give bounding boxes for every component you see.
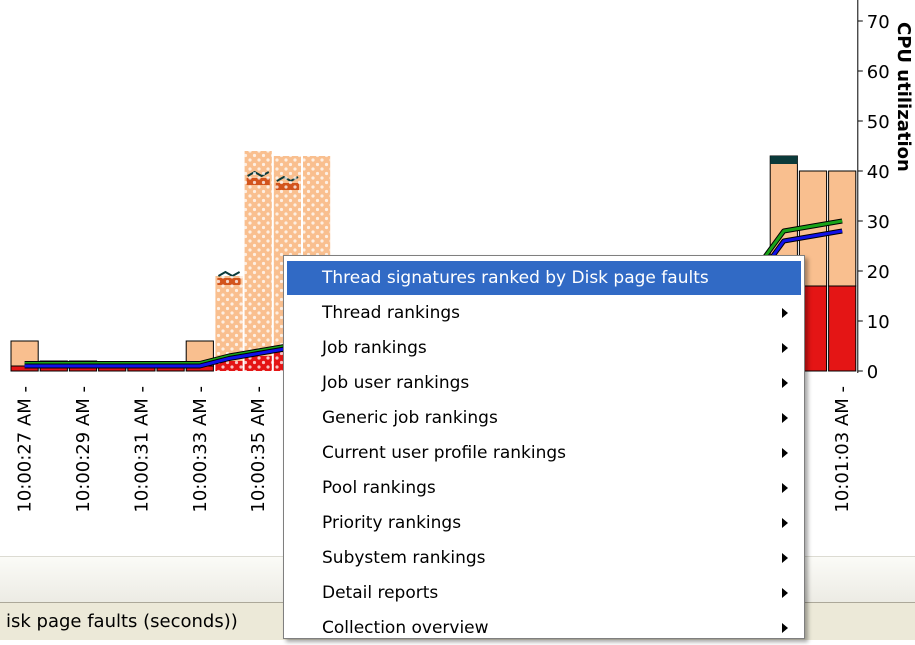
bar-hatch bbox=[244, 151, 272, 371]
menu-item-label: Subystem rankings bbox=[322, 548, 486, 568]
x-tick-label: 10:00:29 AM - bbox=[73, 386, 94, 513]
y-axis: 0 10 20 30 40 50 60 70 bbox=[857, 0, 890, 383]
menu-item-label: Thread signatures ranked by Disk page fa… bbox=[322, 268, 709, 288]
submenu-arrow-icon bbox=[782, 413, 788, 423]
bar-segment-top bbox=[770, 156, 798, 164]
y-tick-label: 0 bbox=[867, 362, 878, 383]
submenu-arrow-icon bbox=[782, 623, 788, 633]
submenu-arrow-icon bbox=[782, 448, 788, 458]
menu-item-label: Detail reports bbox=[322, 583, 439, 603]
menu-item-collection-overview[interactable]: Collection overview bbox=[287, 611, 801, 645]
submenu-arrow-icon bbox=[782, 518, 788, 528]
submenu-arrow-icon bbox=[782, 588, 788, 598]
x-tick-label: 10:01:03 AM - bbox=[832, 386, 853, 513]
y-tick-label: 30 bbox=[867, 212, 890, 233]
menu-item-subsystem-rankings[interactable]: Subystem rankings bbox=[287, 541, 801, 575]
x-tick-label: 10:00:33 AM - bbox=[190, 386, 211, 513]
menu-item-label: Generic job rankings bbox=[322, 408, 498, 428]
menu-item-job-user-rankings[interactable]: Job user rankings bbox=[287, 366, 801, 400]
chart-bar bbox=[828, 170, 857, 372]
menu-item-detail-reports[interactable]: Detail reports bbox=[287, 576, 801, 610]
submenu-arrow-icon bbox=[782, 553, 788, 563]
submenu-arrow-icon bbox=[782, 483, 788, 493]
menu-item-label: Job user rankings bbox=[322, 373, 470, 393]
x-tick-label: 10:00:35 AM - bbox=[248, 386, 269, 513]
menu-item-priority-rankings[interactable]: Priority rankings bbox=[287, 506, 801, 540]
menu-item-current-user-profile-rankings[interactable]: Current user profile rankings bbox=[287, 436, 801, 470]
menu-item-pool-rankings[interactable]: Pool rankings bbox=[287, 471, 801, 505]
y-tick-label: 50 bbox=[867, 112, 890, 133]
y-tick-label: 20 bbox=[867, 262, 890, 283]
x-tick-label: 10:00:31 AM - bbox=[131, 386, 152, 513]
menu-item-label: Thread rankings bbox=[322, 303, 461, 323]
bar-segment-upper bbox=[828, 170, 857, 287]
menu-item-label: Priority rankings bbox=[322, 513, 462, 533]
y-axis-title: CPU utilization bbox=[893, 22, 914, 172]
menu-item-label: Job rankings bbox=[322, 338, 427, 358]
bar-segment-lower bbox=[828, 285, 857, 372]
menu-item-label: Collection overview bbox=[322, 618, 489, 638]
menu-item-generic-job-rankings[interactable]: Generic job rankings bbox=[287, 401, 801, 435]
y-tick-label: 60 bbox=[867, 62, 890, 83]
x-tick-label: 10:00:27 AM - bbox=[15, 386, 36, 513]
submenu-arrow-icon bbox=[782, 378, 788, 388]
menu-item-label: Current user profile rankings bbox=[322, 443, 567, 463]
submenu-arrow-icon bbox=[782, 343, 788, 353]
menu-item-label: Pool rankings bbox=[322, 478, 436, 498]
context-menu[interactable]: Thread signatures ranked by Disk page fa… bbox=[283, 255, 805, 639]
menu-item-thread-signatures[interactable]: Thread signatures ranked by Disk page fa… bbox=[287, 261, 801, 295]
menu-item-job-rankings[interactable]: Job rankings bbox=[287, 331, 801, 365]
y-tick-label: 70 bbox=[867, 12, 890, 33]
chart-bar bbox=[244, 151, 272, 371]
status-text: isk page faults (seconds)) bbox=[0, 606, 289, 637]
bar-marker-line bbox=[217, 270, 241, 278]
submenu-arrow-icon bbox=[782, 308, 788, 318]
y-tick-label: 10 bbox=[867, 312, 890, 333]
menu-item-thread-rankings[interactable]: Thread rankings bbox=[287, 296, 801, 330]
y-tick-label: 40 bbox=[867, 162, 890, 183]
